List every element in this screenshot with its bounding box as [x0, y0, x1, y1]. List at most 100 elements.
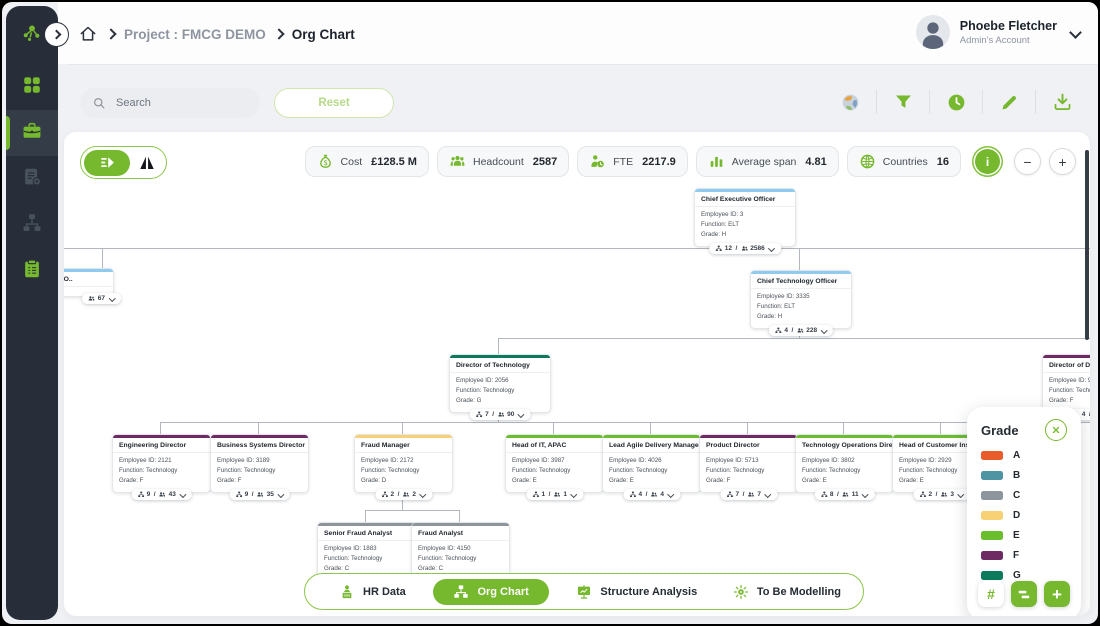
- org-node-cto[interactable]: Chief Technology OfficerEmployee ID: 333…: [750, 270, 852, 329]
- node-count-pill[interactable]: 4/228: [769, 325, 833, 336]
- node-count-pill[interactable]: 1/1: [526, 489, 583, 500]
- zoom-out-button[interactable]: −: [1014, 148, 1041, 175]
- direct-count: 1: [541, 491, 545, 498]
- node-count-pill[interactable]: 7/7: [720, 489, 777, 500]
- user-menu[interactable]: Phoebe Fletcher Admin's Account: [916, 15, 1080, 49]
- node-detail: Function: Technology: [802, 466, 887, 476]
- node-detail: Grade: F: [119, 476, 204, 486]
- home-icon[interactable]: [78, 24, 98, 44]
- org-node-technology-operations-director[interactable]: Technology Operations Direct..Employee I…: [795, 434, 894, 493]
- tab-structure-analysis[interactable]: Structure Analysis: [568, 580, 705, 604]
- org-node-senior-fraud-analyst[interactable]: Senior Fraud AnalystEmployee ID: 1883Fun…: [317, 522, 416, 581]
- stat-value: 2217.9: [642, 156, 676, 168]
- filter-icon[interactable]: [891, 90, 915, 114]
- org-tree-icon: [453, 584, 469, 600]
- org-chart-panel: Chief Executive OfficerEmployee ID: 3Fun…: [64, 132, 1090, 616]
- connector-line: [498, 338, 1090, 339]
- flow-layout-button[interactable]: [84, 150, 130, 176]
- language-globe-icon[interactable]: [838, 90, 862, 114]
- vertical-scrollbar[interactable]: [1085, 150, 1089, 340]
- sidebar-item-org[interactable]: [6, 202, 58, 248]
- org-node-product-director[interactable]: Product DirectorEmployee ID: 5713Functio…: [699, 434, 798, 493]
- node-count-pill[interactable]: 67: [82, 293, 121, 304]
- mini-people-icon: [651, 491, 658, 498]
- sidebar-item-apps[interactable]: [6, 64, 58, 110]
- node-body: Employee ID: 3987Function: TechnologyGra…: [506, 453, 603, 492]
- mini-hierarchy-icon: [726, 491, 733, 498]
- connector-line: [498, 338, 499, 354]
- node-count-pill[interactable]: 9/43: [131, 489, 192, 500]
- connector-line: [553, 422, 554, 434]
- sidebar-item-projects[interactable]: [6, 110, 58, 156]
- mini-hierarchy-icon: [137, 491, 144, 498]
- node-count-pill[interactable]: 2/2: [375, 489, 432, 500]
- sidebar-item-planning[interactable]: [6, 248, 58, 294]
- node-count-pill[interactable]: 2/3: [913, 489, 970, 500]
- connector-line: [402, 422, 403, 434]
- search-input[interactable]: [114, 96, 238, 110]
- legend-close-button[interactable]: [1045, 419, 1067, 441]
- org-node-ceo[interactable]: Chief Executive OfficerEmployee ID: 3Fun…: [694, 188, 796, 247]
- reset-button[interactable]: Reset: [274, 88, 394, 118]
- org-node-fraud-analyst[interactable]: Fraud AnalystEmployee ID: 4150Function: …: [411, 522, 510, 581]
- grade-label: D: [1013, 510, 1020, 521]
- node-title: Product Director: [700, 438, 797, 453]
- count-separator: /: [743, 491, 745, 498]
- download-icon[interactable]: [1050, 90, 1074, 114]
- org-node-director-of-technology[interactable]: Director of TechnologyEmployee ID: 2056F…: [449, 354, 551, 413]
- add-button[interactable]: +: [1044, 581, 1070, 607]
- org-node-head-of-it-apac[interactable]: Head of IT, APACEmployee ID: 3987Functio…: [505, 434, 604, 493]
- divider: [929, 90, 930, 114]
- grid-toggle-button[interactable]: #: [978, 581, 1004, 607]
- compare-button[interactable]: [1011, 581, 1037, 607]
- node-detail: Employee ID: 5713: [706, 456, 791, 466]
- org-node-business-systems-director[interactable]: Business Systems DirectorEmployee ID: 31…: [210, 434, 309, 493]
- org-node-director-of-data[interactable]: Director of Dat..Employee ID: 99Function…: [1042, 354, 1090, 413]
- legend-row: F: [981, 550, 1067, 561]
- total-count: 7: [757, 491, 761, 498]
- sidebar-item-reports[interactable]: [6, 156, 58, 202]
- app-window: Project : FMCG DEMO Org Chart Phoebe Fle…: [2, 2, 1098, 624]
- count-separator: /: [1089, 411, 1090, 418]
- mini-people-icon: [159, 491, 166, 498]
- node-body: Employee ID: 3Function: ELTGrade: H: [695, 207, 795, 246]
- avatar: [916, 15, 950, 49]
- org-node-engineering-director[interactable]: Engineering DirectorEmployee ID: 2121Fun…: [112, 434, 211, 493]
- direct-count: 8: [830, 491, 834, 498]
- edit-pencil-icon[interactable]: [997, 90, 1021, 114]
- chevron-down-icon: [571, 491, 577, 497]
- node-detail: Function: Techn: [1049, 386, 1090, 396]
- zoom-in-button[interactable]: +: [1049, 148, 1076, 175]
- network-icon: [21, 22, 43, 49]
- node-count-pill[interactable]: 8/11: [814, 489, 874, 500]
- node-count-pill[interactable]: 12/2586: [709, 243, 781, 254]
- connector-line: [258, 422, 259, 434]
- stat-value: 4.81: [805, 156, 826, 168]
- node-detail: Employee ID: 99: [1049, 376, 1090, 386]
- node-count-pill[interactable]: 7/90: [470, 409, 531, 420]
- history-clock-icon[interactable]: [944, 90, 968, 114]
- sidebar: [6, 6, 58, 620]
- stat-countries: Countries16: [847, 146, 961, 177]
- user-role: Admin's Account: [960, 35, 1057, 46]
- org-node-fraud-manager[interactable]: Fraud ManagerEmployee ID: 2172Function: …: [354, 434, 453, 493]
- mirror-layout-button[interactable]: [138, 154, 156, 172]
- breadcrumb-project[interactable]: Project : FMCG DEMO: [124, 27, 266, 42]
- chevron-down-icon: [765, 491, 771, 497]
- count-separator: /: [837, 491, 839, 498]
- tab-org-chart[interactable]: Org Chart: [433, 579, 548, 605]
- search-box[interactable]: [80, 88, 260, 118]
- total-count: 67: [98, 295, 105, 302]
- stat-label: Average span: [732, 156, 797, 168]
- node-count-pill[interactable]: 9/35: [229, 489, 290, 500]
- tab-to-be-modelling[interactable]: To Be Modelling: [725, 580, 849, 604]
- org-chart-canvas[interactable]: Chief Executive OfficerEmployee ID: 3Fun…: [64, 132, 1090, 616]
- info-button[interactable]: i: [975, 149, 1000, 174]
- mini-people-icon: [554, 491, 561, 498]
- org-node-lead-agile-delivery-manager[interactable]: Lead Agile Delivery ManagerEmployee ID: …: [602, 434, 701, 493]
- tab-hr-data[interactable]: HR Data: [331, 580, 414, 604]
- org-node-development-officer[interactable]: Development O..67: [64, 268, 114, 297]
- node-count-pill[interactable]: 4/4: [623, 489, 680, 500]
- chevron-right-icon: [52, 30, 62, 40]
- sidebar-expand-button[interactable]: [44, 22, 69, 47]
